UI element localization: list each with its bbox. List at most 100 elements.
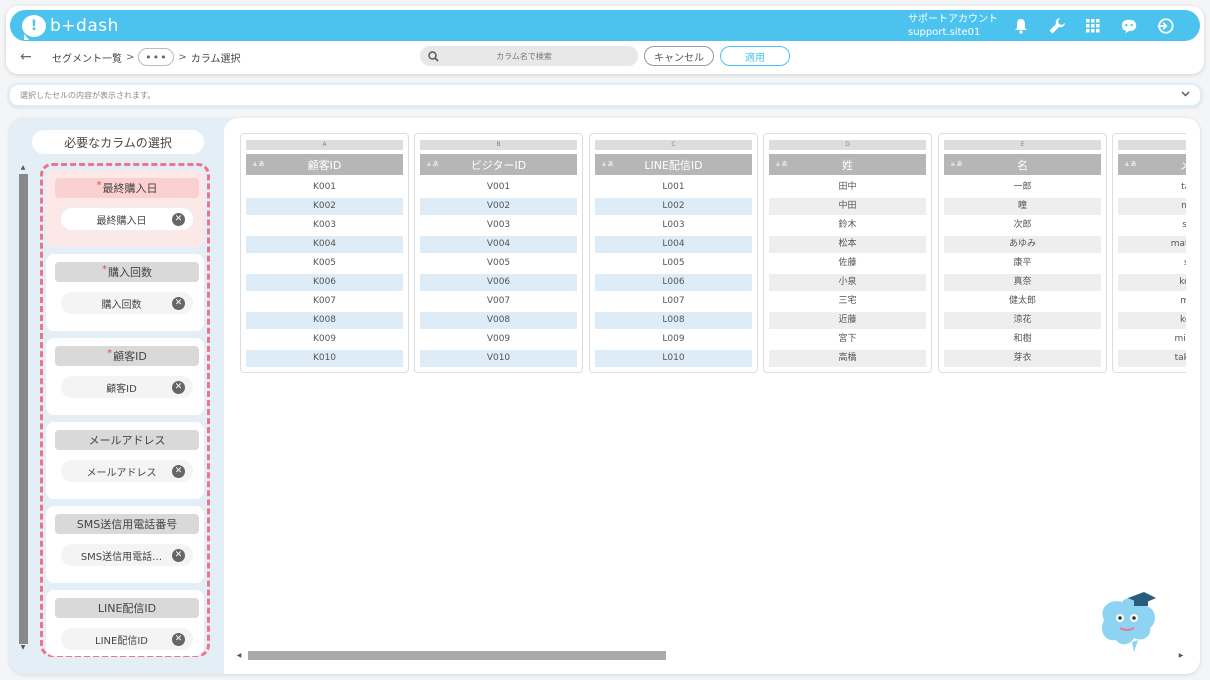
back-arrow-icon[interactable]: ← <box>20 49 40 65</box>
grid-cell[interactable]: K010 <box>246 350 403 367</box>
column-group[interactable]: メールアドレス メールアドレス ✕ <box>46 422 204 499</box>
grid-column[interactable]: Ca あ LINE配信ID L001 L002 L003 L004 L005 L006 L007… <box>589 133 758 373</box>
grid-cell[interactable]: V004 <box>420 236 577 253</box>
chat-bot-icon[interactable] <box>1120 17 1138 35</box>
grid-cell[interactable]: 芽衣 <box>944 350 1101 367</box>
column-chip[interactable]: メールアドレス ✕ <box>61 460 193 482</box>
breadcrumb-more-button[interactable]: ••• <box>138 48 175 66</box>
grid-cell[interactable]: 次郎 <box>944 217 1101 234</box>
logout-icon[interactable] <box>1156 17 1174 35</box>
grid-cell[interactable]: L007 <box>595 293 752 310</box>
remove-icon[interactable]: ✕ <box>172 632 185 646</box>
grid-cell[interactable]: 涼花 <box>944 312 1101 329</box>
grid-cell[interactable]: 高橋 <box>769 350 926 367</box>
grid-cell[interactable]: K001 <box>246 179 403 196</box>
grid-cell[interactable]: miyake <box>1118 293 1186 310</box>
grid-cell[interactable]: 三宅 <box>769 293 926 310</box>
column-header[interactable]: a あ LINE配信ID <box>595 154 752 175</box>
grid-column[interactable]: Aa あ 顧客ID K001 K002 K003 K004 K005 K006 K007 K008… <box>240 133 409 373</box>
grid-column[interactable]: Da あ 姓田中 中田 鈴木 松本 佐藤 小泉 三宅 近藤 宮下 高橋 <box>763 133 932 373</box>
column-search-input[interactable] <box>439 51 609 61</box>
grid-cell[interactable]: 中田 <box>769 198 926 215</box>
grid-cell[interactable]: matsumoto <box>1118 236 1186 253</box>
grid-cell[interactable]: K008 <box>246 312 403 329</box>
cell-content-bar[interactable]: 選択したセルの内容が表示されます。 <box>8 83 1202 107</box>
grid-cell[interactable]: V003 <box>420 217 577 234</box>
grid-cell[interactable]: L006 <box>595 274 752 291</box>
grid-cell[interactable]: 鈴木 <box>769 217 926 234</box>
scroll-track[interactable] <box>244 650 1176 660</box>
column-chip[interactable]: 最終購入日 ✕ <box>61 208 193 230</box>
grid-cell[interactable]: L002 <box>595 198 752 215</box>
bell-icon[interactable] <box>1012 17 1030 35</box>
account-info[interactable]: サポートアカウント support.site01 <box>908 13 998 39</box>
apply-button[interactable]: 適用 <box>720 46 790 66</box>
grid-cell[interactable]: 宮下 <box>769 331 926 348</box>
cancel-button[interactable]: キャンセル <box>644 46 714 66</box>
column-group[interactable]: * 最終購入日 最終購入日 ✕ <box>46 170 204 247</box>
grid-column[interactable]: Ba あ ビジターID V001 V002 V003 V004 V005 V006 V007 V0… <box>414 133 583 373</box>
logo[interactable]: ! b+dash <box>22 14 119 40</box>
grid-cell[interactable]: K002 <box>246 198 403 215</box>
grid-cell[interactable]: nakata <box>1118 198 1186 215</box>
grid-cell[interactable]: 和樹 <box>944 331 1101 348</box>
remove-icon[interactable]: ✕ <box>172 296 185 310</box>
left-scrollbar[interactable]: ▲ ▼ <box>18 164 28 654</box>
grid-cell[interactable]: L008 <box>595 312 752 329</box>
column-group[interactable]: SMS送信用電話番号 SMS送信用電話… ✕ <box>46 506 204 583</box>
remove-icon[interactable]: ✕ <box>172 380 185 394</box>
grid-cell[interactable]: L010 <box>595 350 752 367</box>
grid-cell[interactable]: takahashi <box>1118 350 1186 367</box>
grid-cell[interactable]: 健太郎 <box>944 293 1101 310</box>
grid-icon[interactable] <box>1084 17 1102 35</box>
grid-cell[interactable]: 松本 <box>769 236 926 253</box>
grid-cell[interactable]: satou <box>1118 255 1186 272</box>
scroll-right-arrow-icon[interactable]: ▶ <box>1176 652 1186 659</box>
scroll-left-arrow-icon[interactable]: ◀ <box>234 652 244 659</box>
grid-cell[interactable]: V006 <box>420 274 577 291</box>
column-chip[interactable]: LINE配信ID ✕ <box>61 628 193 650</box>
grid-cell[interactable]: 瞳 <box>944 198 1101 215</box>
grid-cell[interactable]: K005 <box>246 255 403 272</box>
grid-cell[interactable]: konndo <box>1118 312 1186 329</box>
grid-cell[interactable]: 真奈 <box>944 274 1101 291</box>
column-group[interactable]: * 顧客ID 顧客ID ✕ <box>46 338 204 415</box>
grid-cell[interactable]: K006 <box>246 274 403 291</box>
grid-column[interactable]: Ea あ 名一郎瞳次郎 あゆみ 康平 真奈 健太郎 涼花 和樹 芽衣 <box>938 133 1107 373</box>
grid-cell[interactable]: tanaka <box>1118 179 1186 196</box>
column-chip[interactable]: 購入回数 ✕ <box>61 292 193 314</box>
grid-cell[interactable]: V002 <box>420 198 577 215</box>
grid-cell[interactable]: koizumi <box>1118 274 1186 291</box>
grid-cell[interactable]: 佐藤 <box>769 255 926 272</box>
scroll-thumb[interactable] <box>248 651 666 660</box>
breadcrumb-segment-list[interactable]: セグメント一覧 <box>52 50 122 65</box>
grid-cell[interactable]: V001 <box>420 179 577 196</box>
grid-cell[interactable]: L003 <box>595 217 752 234</box>
column-chip[interactable]: SMS送信用電話… ✕ <box>61 544 193 566</box>
grid-cell[interactable]: L009 <box>595 331 752 348</box>
grid-cell[interactable]: 近藤 <box>769 312 926 329</box>
grid-cell[interactable]: あゆみ <box>944 236 1101 253</box>
remove-icon[interactable]: ✕ <box>172 548 185 562</box>
scroll-down-arrow-icon[interactable]: ▼ <box>18 644 28 654</box>
column-header[interactable]: a あ ビジターID <box>420 154 577 175</box>
column-group[interactable]: * 購入回数 購入回数 ✕ <box>46 254 204 331</box>
scroll-thumb[interactable] <box>18 174 28 644</box>
grid-cell[interactable]: L004 <box>595 236 752 253</box>
grid-cell[interactable]: 一郎 <box>944 179 1101 196</box>
grid-cell[interactable]: miyashita <box>1118 331 1186 348</box>
horizontal-scrollbar[interactable]: ◀ ▶ <box>234 649 1186 661</box>
grid-cell[interactable]: V008 <box>420 312 577 329</box>
grid-cell[interactable]: 小泉 <box>769 274 926 291</box>
mascot-icon[interactable] <box>1094 590 1160 652</box>
column-header[interactable]: a あ メール <box>1118 154 1186 175</box>
grid-cell[interactable]: K003 <box>246 217 403 234</box>
grid-column[interactable]: Fa あ メール tanaka nakata suzuki matsumoto satou k… <box>1112 133 1186 373</box>
grid-cell[interactable]: L005 <box>595 255 752 272</box>
grid-cell[interactable]: V007 <box>420 293 577 310</box>
scroll-up-arrow-icon[interactable]: ▲ <box>18 164 28 174</box>
column-header[interactable]: a あ 顧客ID <box>246 154 403 175</box>
grid-cell[interactable]: 田中 <box>769 179 926 196</box>
column-header[interactable]: a あ名 <box>944 154 1101 175</box>
column-search[interactable] <box>420 46 638 66</box>
